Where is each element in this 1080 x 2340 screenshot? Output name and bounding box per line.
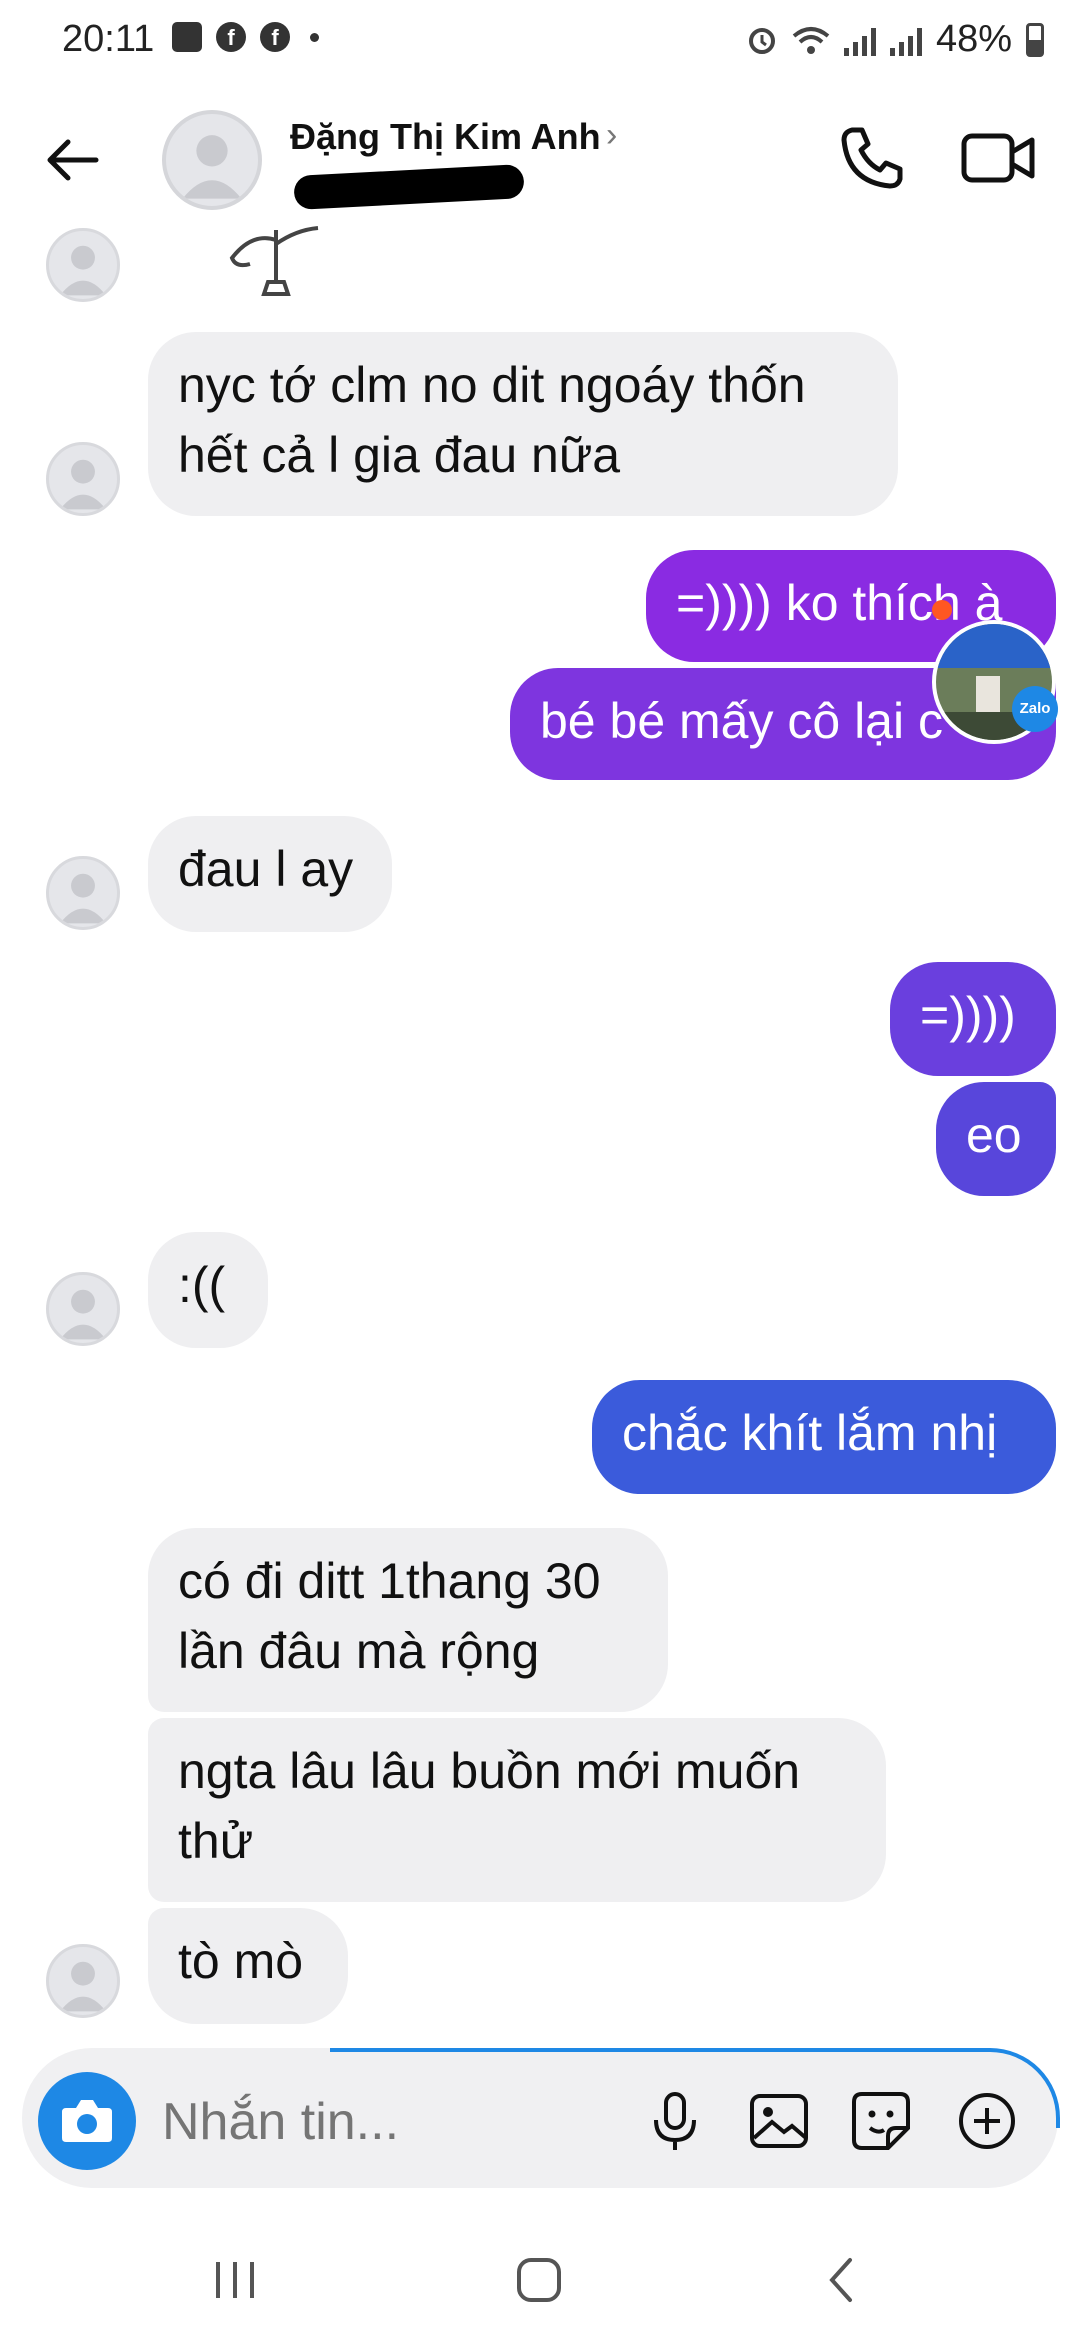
sticker-image (229, 226, 319, 296)
chat-head-photo-sign (936, 624, 1052, 668)
video-camera-icon[interactable] (960, 122, 1036, 194)
default-avatar-icon (60, 245, 106, 296)
default-avatar-icon (60, 873, 106, 924)
camera-button[interactable] (38, 2072, 136, 2170)
contact-avatar[interactable] (162, 110, 262, 210)
sender-avatar (46, 856, 120, 930)
contact-name[interactable]: Đặng Thị Kim Anh (290, 116, 601, 158)
sender-avatar (46, 1944, 120, 2018)
message-outgoing[interactable]: chắc khít lắm nhị (592, 1380, 1056, 1494)
message-outgoing[interactable]: =)))) (890, 962, 1056, 1076)
message-input[interactable] (160, 2086, 604, 2158)
zalo-badge: Zalo (1012, 686, 1058, 732)
microphone-icon[interactable] (640, 2086, 710, 2156)
message-incoming[interactable]: nyc tớ clm no dit ngoáy thốn hết cả l gi… (148, 332, 898, 516)
default-avatar-icon (60, 1961, 106, 2012)
notification-icons: f f (172, 22, 319, 52)
gallery-notification-icon (172, 22, 202, 52)
status-time: 20:11 (62, 18, 155, 60)
redaction-mark (293, 164, 525, 210)
phone-icon[interactable] (836, 122, 908, 194)
alarm-icon (748, 27, 775, 54)
signal-icon-2 (889, 24, 922, 56)
default-avatar-icon (182, 135, 242, 199)
more-notifications-icon (310, 32, 319, 42)
recent-apps-icon[interactable] (200, 2248, 270, 2312)
system-icons: 48% (746, 18, 1044, 61)
chat-header: Đặng Thị Kim Anh › (0, 80, 1080, 240)
wifi-icon (792, 26, 830, 54)
battery-percent: 48% (935, 18, 1012, 60)
camera-icon (62, 2100, 112, 2142)
default-avatar-icon (60, 1289, 106, 1340)
back-nav-icon[interactable] (806, 2248, 876, 2312)
message-incoming[interactable]: :(( (148, 1232, 268, 1348)
sender-avatar (46, 228, 120, 302)
message-incoming[interactable]: có đi ditt 1thang 30 lần đâu mà rộng (148, 1528, 668, 1712)
default-avatar-icon (60, 459, 106, 510)
message-incoming[interactable]: đau l ay (148, 816, 392, 932)
message-incoming[interactable]: ngta lâu lâu buồn mới muốn thử (148, 1718, 886, 1902)
status-bar: 20:11 f f 48% (0, 0, 1080, 80)
battery-icon (1026, 22, 1044, 57)
message-outgoing[interactable]: eo (936, 1082, 1056, 1196)
signal-icon (843, 24, 876, 56)
image-icon[interactable] (744, 2086, 814, 2156)
facebook-notification-icon-2: f (260, 22, 290, 52)
plus-circle-icon[interactable] (952, 2086, 1022, 2156)
notification-dot (932, 600, 952, 620)
facebook-notification-icon: f (216, 22, 246, 52)
sender-avatar (46, 1272, 120, 1346)
chevron-right-icon[interactable]: › (606, 116, 617, 155)
sticker-icon[interactable] (846, 2086, 916, 2156)
arrow-left-icon[interactable] (40, 128, 104, 192)
home-icon[interactable] (504, 2248, 574, 2312)
sender-avatar (46, 442, 120, 516)
message-incoming[interactable]: tò mò (148, 1908, 348, 2024)
